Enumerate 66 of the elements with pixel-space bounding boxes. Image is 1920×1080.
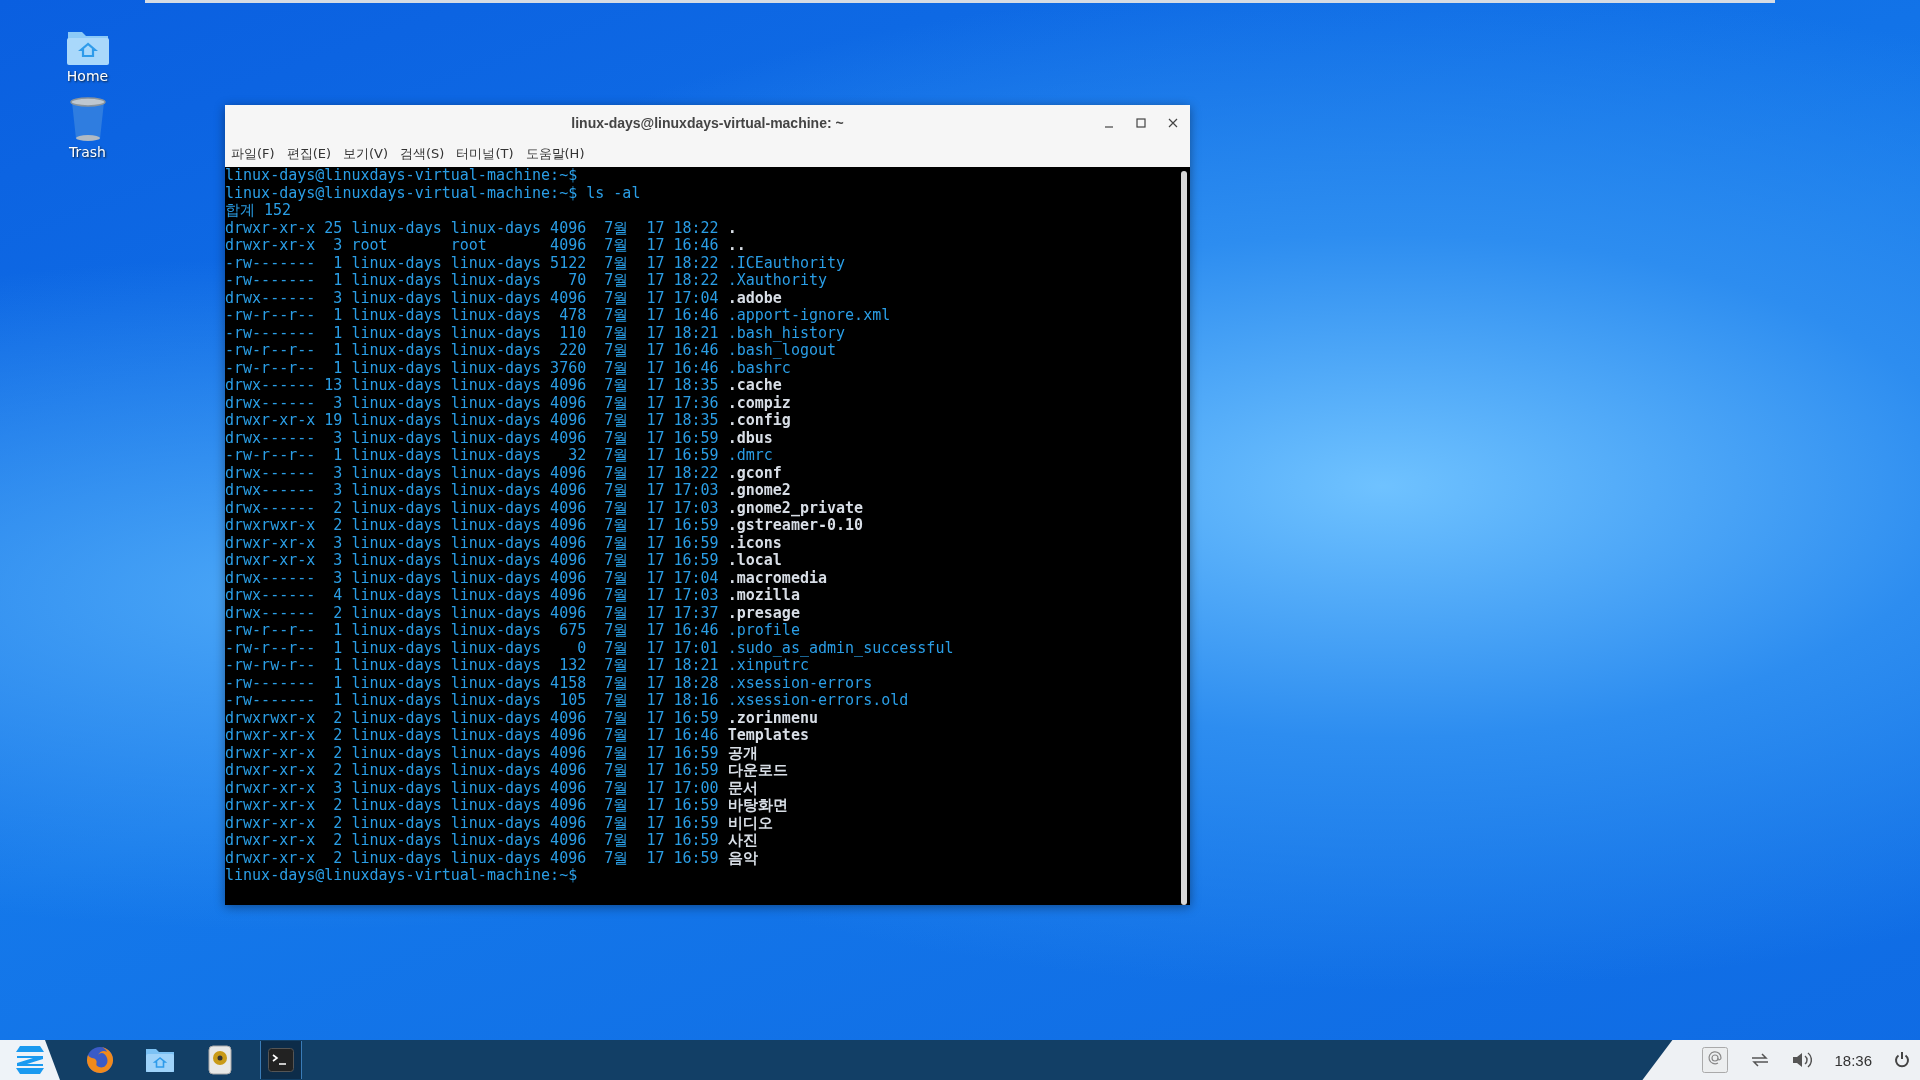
terminal-line: -rw-r--r-- 1 linux-days linux-days 675 7월 17 16:46 .profile	[225, 622, 801, 640]
terminal-line: -rw-r--r-- 1 linux-days linux-days 220 7월 17 16:46 .bash_logout	[225, 342, 837, 360]
terminal-line: linux-days@linuxdays-virtual-machine:~$	[225, 867, 579, 885]
terminal-line: -rw-r--r-- 1 linux-days linux-days 32 7월 17 16:59 .dmrc	[225, 447, 774, 465]
terminal-line: drwx------ 3 linux-days linux-days 4096 7월 17 18:22 .gconf	[225, 464, 783, 482]
menu-item[interactable]: 터미널(T)	[456, 144, 514, 163]
menu-item[interactable]: 검색(S)	[400, 144, 445, 163]
terminal-line: drwxr-xr-x 3 linux-days linux-days 4096 7월 17 16:59 .local	[225, 552, 783, 570]
menu-item[interactable]: 보기(V)	[343, 144, 389, 163]
terminal-line: -rw------- 1 linux-days linux-days 110 7월 17 18:21 .bash_history	[225, 324, 847, 342]
terminal-line: drwx------ 3 linux-days linux-days 4096 7월 17 17:36 .compiz	[225, 394, 792, 412]
taskbar-app[interactable]	[260, 1041, 302, 1079]
window-title: linux-days@linuxdays-virtual-machine: ~	[571, 114, 844, 131]
menu-item[interactable]: 도움말(H)	[525, 144, 585, 163]
maximize-icon[interactable]	[1136, 118, 1146, 128]
terminal-line: drwx------ 3 linux-days linux-days 4096 7월 17 17:04 .macromedia	[225, 569, 828, 587]
keyboard-at-icon[interactable]	[1702, 1047, 1729, 1073]
terminal-line: drwx------ 3 linux-days linux-days 4096 7월 17 17:04 .adobe	[225, 289, 783, 307]
start-button[interactable]	[0, 1040, 60, 1080]
desktop-icon-label[interactable]: Home	[66, 68, 109, 84]
terminal-line: drwxr-xr-x 2 linux-days linux-days 4096 7월 17 16:59 다운로드	[225, 762, 789, 780]
terminal-line: drwxr-xr-x 2 linux-days linux-days 4096 7월 17 16:46 Templates	[225, 727, 810, 745]
fox-globe-icon	[85, 1045, 115, 1075]
terminal-line: -rw------- 1 linux-days linux-days 5122 7월 17 18:22 .ICEauthority	[225, 254, 847, 272]
power-icon[interactable]	[1894, 1051, 1910, 1069]
terminal-line: -rw------- 1 linux-days linux-days 4158 7월 17 18:28 .xsession-errors	[225, 674, 874, 692]
terminal-line: drwxr-xr-x 2 linux-days linux-days 4096 7월 17 16:59 공개	[225, 744, 759, 762]
terminal-line: -rw-r--r-- 1 linux-days linux-days 478 7월 17 16:46 .apport-ignore.xml	[225, 307, 892, 325]
terminal-line: drwxrwxr-x 2 linux-days linux-days 4096 7월 17 16:59 .gstreamer-0.10	[225, 517, 865, 535]
terminal-line: -rw------- 1 linux-days linux-days 105 7월 17 18:16 .xsession-errors.old	[225, 692, 910, 710]
desktop-icon-label[interactable]: Trash	[69, 144, 106, 160]
terminal-line: -rw-r--r-- 1 linux-days linux-days 3760 7월 17 16:46 .bashrc	[225, 359, 791, 377]
terminal-line: linux-days@linuxdays-virtual-machine:~$ ls -al	[225, 184, 642, 202]
terminal-line: drwxr-xr-x 3 linux-days linux-days 4096 7월 17 16:59 .icons	[225, 534, 783, 552]
terminal-line: -rw-r--r-- 1 linux-days linux-days 0 7월 17 17:01 .sudo_as_admin_successful	[225, 639, 955, 657]
terminal-line: drwx------ 3 linux-days linux-days 4096 7월 17 17:03 .gnome2	[225, 482, 792, 500]
terminal-line: drwx------ 2 linux-days linux-days 4096 7월 17 17:03 .gnome2_private	[225, 499, 865, 517]
terminal-line: drwxr-xr-x 3 linux-days linux-days 4096 7월 17 17:00 문서	[225, 779, 759, 797]
terminal-line: linux-days@linuxdays-virtual-machine:~$	[225, 167, 579, 185]
terminal-line: drwx------ 4 linux-days linux-days 4096 7월 17 17:03 .mozilla	[225, 587, 801, 605]
terminal-prompt-icon	[268, 1048, 294, 1072]
z-logo-icon	[13, 1045, 47, 1075]
terminal-line: drwxr-xr-x 2 linux-days linux-days 4096 7월 17 16:59 비디오	[225, 814, 774, 832]
terminal-line: drwxr-xr-x 2 linux-days linux-days 4096 7월 17 16:59 바탕화면	[225, 797, 789, 815]
terminal-line: drwxr-xr-x 19 linux-days linux-days 4096 7월 17 18:35 .config	[225, 412, 792, 430]
terminal-line: drwxrwxr-x 2 linux-days linux-days 4096 7월 17 16:59 .zorinmenu	[225, 709, 819, 727]
terminal-line: -rw------- 1 linux-days linux-days 70 7월 17 18:22 .Xauthority	[225, 272, 828, 290]
terminal-line: drwx------ 2 linux-days linux-days 4096 7월 17 17:37 .presage	[225, 604, 801, 622]
volume-icon[interactable]	[1792, 1051, 1813, 1069]
terminal-line: drwx------ 13 linux-days linux-days 4096 7월 17 18:35 .cache	[225, 377, 783, 395]
terminal-line: -rw-rw-r-- 1 linux-days linux-days 132 7월 17 18:21 .xinputrc	[225, 657, 809, 675]
menu-item[interactable]: 편집(E)	[286, 144, 331, 163]
terminal-line: drwxr-xr-x 25 linux-days linux-days 4096 7월 17 18:22 .	[225, 219, 738, 237]
menu-item[interactable]: 파일(F)	[231, 144, 275, 163]
clock[interactable]: 18:36	[1834, 1051, 1872, 1069]
terminal-line: drwxr-xr-x 3 root root 4096 7월 17 16:46 ..	[225, 237, 747, 255]
terminal-line: drwxr-xr-x 2 linux-days linux-days 4096 7월 17 16:59 음악	[225, 849, 759, 867]
network-arrows-icon[interactable]	[1750, 1052, 1771, 1068]
terminal-line: drwx------ 3 linux-days linux-days 4096 7월 17 16:59 .dbus	[225, 429, 774, 447]
trash-bin-icon[interactable]	[68, 96, 107, 142]
scrollbar[interactable]	[1181, 171, 1187, 905]
home-folder-icon	[145, 1047, 175, 1073]
speaker-icon	[208, 1045, 232, 1075]
terminal-line: drwxr-xr-x 2 linux-days linux-days 4096 7월 17 16:59 사진	[225, 832, 759, 850]
terminal-line: 합계 152	[225, 202, 293, 220]
close-icon[interactable]	[1168, 118, 1178, 128]
